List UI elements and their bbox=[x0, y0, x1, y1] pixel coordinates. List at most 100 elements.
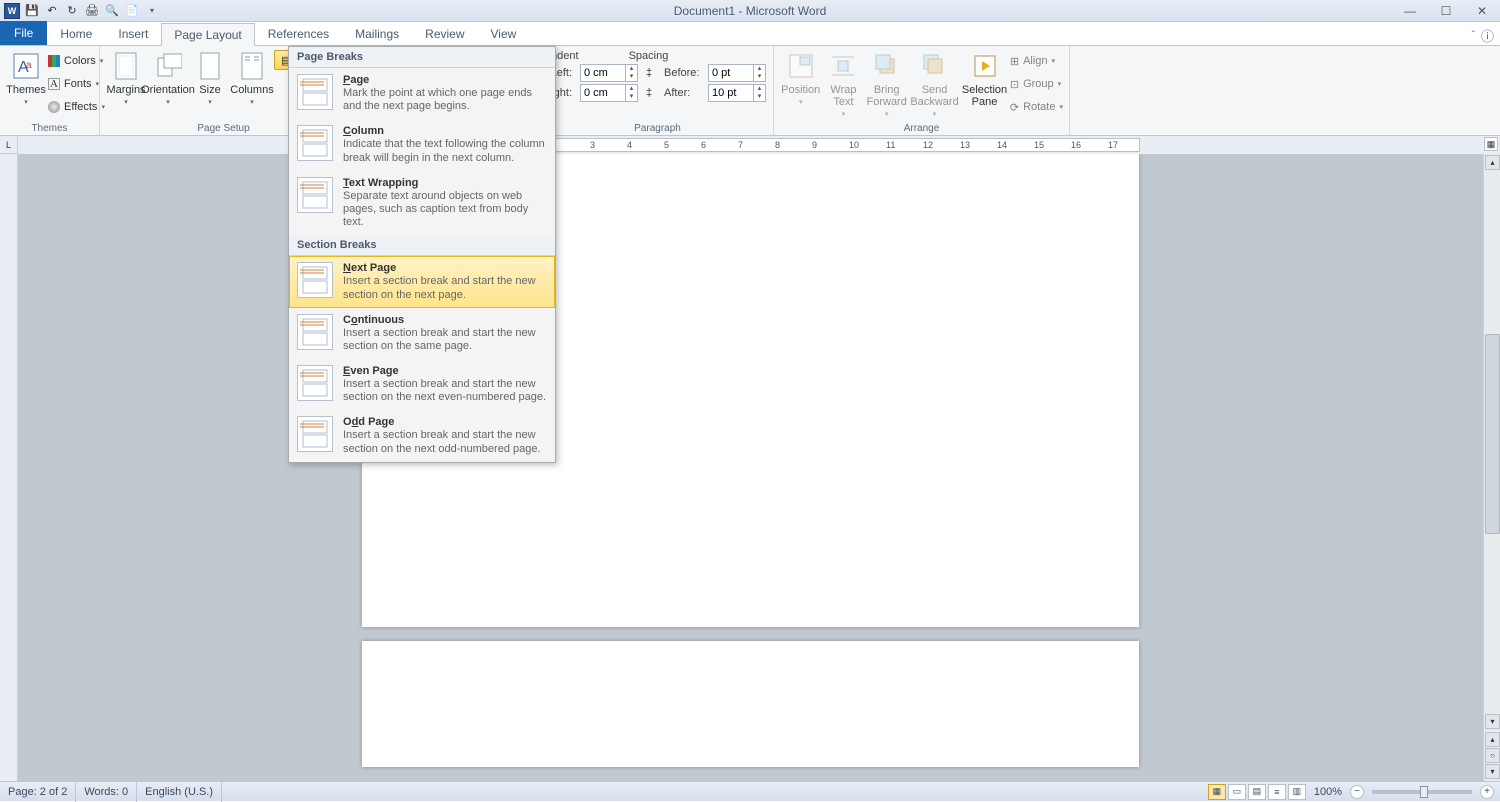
vertical-ruler[interactable] bbox=[0, 154, 18, 781]
page-breaks-header: Page Breaks bbox=[289, 47, 555, 68]
page-canvas[interactable] bbox=[18, 154, 1483, 781]
break-item-desc: Insert a section break and start the new… bbox=[343, 327, 547, 353]
zoom-percent[interactable]: 100% bbox=[1314, 786, 1342, 798]
theme-effects-button[interactable]: Effects▾ bbox=[48, 96, 105, 118]
document-area: ▴ ▾ ▴ ○ ▾ bbox=[0, 154, 1500, 781]
margins-button[interactable]: Margins▾ bbox=[106, 48, 146, 108]
outline-view-button[interactable]: ≡ bbox=[1268, 784, 1286, 800]
tab-home[interactable]: Home bbox=[47, 22, 105, 45]
document-page[interactable] bbox=[362, 641, 1139, 767]
tab-review[interactable]: Review bbox=[412, 22, 477, 45]
tab-selector[interactable]: L bbox=[0, 136, 18, 154]
close-button[interactable]: ✕ bbox=[1468, 3, 1496, 19]
breaks-item-continuous[interactable]: ContinuousInsert a section break and sta… bbox=[289, 308, 555, 359]
tab-view[interactable]: View bbox=[478, 22, 530, 45]
columns-button[interactable]: Columns▾ bbox=[232, 48, 272, 108]
theme-fonts-button[interactable]: AFonts▾ bbox=[48, 73, 105, 95]
bring-forward-icon bbox=[871, 50, 903, 82]
ruler-tick: 16 bbox=[1071, 140, 1081, 150]
break-item-title: Odd Page bbox=[343, 416, 547, 428]
save-icon[interactable]: 💾 bbox=[24, 3, 40, 19]
print-icon[interactable]: 🖨 bbox=[84, 3, 100, 19]
align-button[interactable]: ⊞Align▾ bbox=[1010, 50, 1063, 72]
scroll-down-icon[interactable]: ▾ bbox=[1485, 714, 1500, 729]
bring-forward-button[interactable]: Bring Forward▾ bbox=[865, 48, 907, 120]
position-button[interactable]: Position▾ bbox=[780, 48, 821, 108]
file-tab[interactable]: File bbox=[0, 21, 47, 45]
selection-pane-icon bbox=[969, 50, 1001, 82]
scroll-up-icon[interactable]: ▴ bbox=[1485, 155, 1500, 170]
status-words[interactable]: Words: 0 bbox=[76, 782, 137, 802]
margins-icon bbox=[110, 50, 142, 82]
print-preview-icon[interactable]: 🔍 bbox=[104, 3, 120, 19]
rotate-button[interactable]: ⟳Rotate▾ bbox=[1010, 96, 1063, 118]
break-type-icon bbox=[297, 416, 333, 452]
size-button[interactable]: Size▾ bbox=[190, 48, 230, 108]
tab-page-layout[interactable]: Page Layout bbox=[161, 23, 254, 46]
redo-icon[interactable]: ↻ bbox=[64, 3, 80, 19]
spacing-after-input[interactable]: ▴▾ bbox=[708, 84, 766, 102]
zoom-in-button[interactable]: + bbox=[1480, 785, 1494, 799]
ruler-toggle-icon[interactable]: ▦ bbox=[1484, 137, 1498, 151]
help-icon[interactable]: ⓘ bbox=[1481, 26, 1494, 45]
orientation-button[interactable]: Orientation▾ bbox=[148, 48, 188, 108]
new-doc-icon[interactable]: 📄 bbox=[124, 3, 140, 19]
breaks-item-next-page[interactable]: Next PageInsert a section break and star… bbox=[289, 256, 555, 307]
full-screen-view-button[interactable]: ▭ bbox=[1228, 784, 1246, 800]
print-layout-view-button[interactable]: ▦ bbox=[1208, 784, 1226, 800]
break-type-icon bbox=[297, 262, 333, 298]
status-language[interactable]: English (U.S.) bbox=[137, 782, 222, 802]
zoom-slider[interactable] bbox=[1372, 790, 1472, 794]
fonts-icon: A bbox=[48, 78, 60, 90]
spacing-before-input[interactable]: ▴▾ bbox=[708, 64, 766, 82]
qat-customize-icon[interactable]: ▾ bbox=[144, 3, 160, 19]
maximize-button[interactable]: ☐ bbox=[1432, 3, 1460, 19]
draft-view-button[interactable]: ▥ bbox=[1288, 784, 1306, 800]
columns-icon bbox=[236, 50, 268, 82]
break-type-icon bbox=[297, 74, 333, 110]
vertical-scrollbar[interactable]: ▴ ▾ ▴ ○ ▾ bbox=[1483, 154, 1500, 781]
next-page-icon[interactable]: ▾ bbox=[1485, 764, 1500, 779]
breaks-item-page[interactable]: PageMark the point at which one page end… bbox=[289, 68, 555, 119]
undo-icon[interactable]: ↶ bbox=[44, 3, 60, 19]
scrollbar-thumb[interactable] bbox=[1485, 334, 1500, 534]
orientation-icon bbox=[152, 50, 184, 82]
colors-icon bbox=[48, 55, 60, 67]
group-button[interactable]: ⊡Group▾ bbox=[1010, 73, 1063, 95]
status-page[interactable]: Page: 2 of 2 bbox=[0, 782, 76, 802]
browse-object-icon[interactable]: ○ bbox=[1485, 748, 1500, 763]
quick-access-toolbar: W 💾 ↶ ↻ 🖨 🔍 📄 ▾ bbox=[0, 3, 160, 19]
breaks-item-odd-page[interactable]: Odd PageInsert a section break and start… bbox=[289, 410, 555, 461]
selection-pane-button[interactable]: Selection Pane bbox=[961, 48, 1008, 110]
breaks-item-text-wrapping[interactable]: Text WrappingSeparate text around object… bbox=[289, 171, 555, 236]
break-item-title: Next Page bbox=[343, 262, 547, 274]
themes-button[interactable]: Aa Themes ▾ bbox=[6, 48, 46, 108]
horizontal-ruler[interactable]: 34567891011121314151617 bbox=[18, 136, 1500, 154]
breaks-item-column[interactable]: ColumnIndicate that the text following t… bbox=[289, 119, 555, 170]
prev-page-icon[interactable]: ▴ bbox=[1485, 732, 1500, 747]
minimize-button[interactable]: — bbox=[1396, 3, 1424, 19]
ruler-tick: 13 bbox=[960, 140, 970, 150]
tab-mailings[interactable]: Mailings bbox=[342, 22, 412, 45]
zoom-out-button[interactable]: − bbox=[1350, 785, 1364, 799]
minimize-ribbon-icon[interactable]: ˆ bbox=[1472, 30, 1475, 41]
spacing-before-label: Before: bbox=[664, 67, 700, 79]
ruler-tick: 17 bbox=[1108, 140, 1118, 150]
web-layout-view-button[interactable]: ▤ bbox=[1248, 784, 1266, 800]
zoom-slider-thumb[interactable] bbox=[1420, 786, 1428, 798]
break-item-title: Continuous bbox=[343, 314, 547, 326]
ruler-tick: 9 bbox=[812, 140, 817, 150]
send-backward-button[interactable]: Send Backward▾ bbox=[910, 48, 959, 120]
theme-colors-button[interactable]: Colors▾ bbox=[48, 50, 105, 72]
tab-references[interactable]: References bbox=[255, 22, 342, 45]
breaks-item-even-page[interactable]: Even PageInsert a section break and star… bbox=[289, 359, 555, 410]
break-type-icon bbox=[297, 125, 333, 161]
indent-left-input[interactable]: ▴▾ bbox=[580, 64, 638, 82]
group-icon: ⊡ bbox=[1010, 78, 1019, 91]
word-app-icon: W bbox=[4, 3, 20, 19]
break-item-desc: Indicate that the text following the col… bbox=[343, 138, 547, 164]
indent-right-input[interactable]: ▴▾ bbox=[580, 84, 638, 102]
size-icon bbox=[194, 50, 226, 82]
wrap-text-button[interactable]: Wrap Text▾ bbox=[823, 48, 863, 120]
tab-insert[interactable]: Insert bbox=[105, 22, 161, 45]
